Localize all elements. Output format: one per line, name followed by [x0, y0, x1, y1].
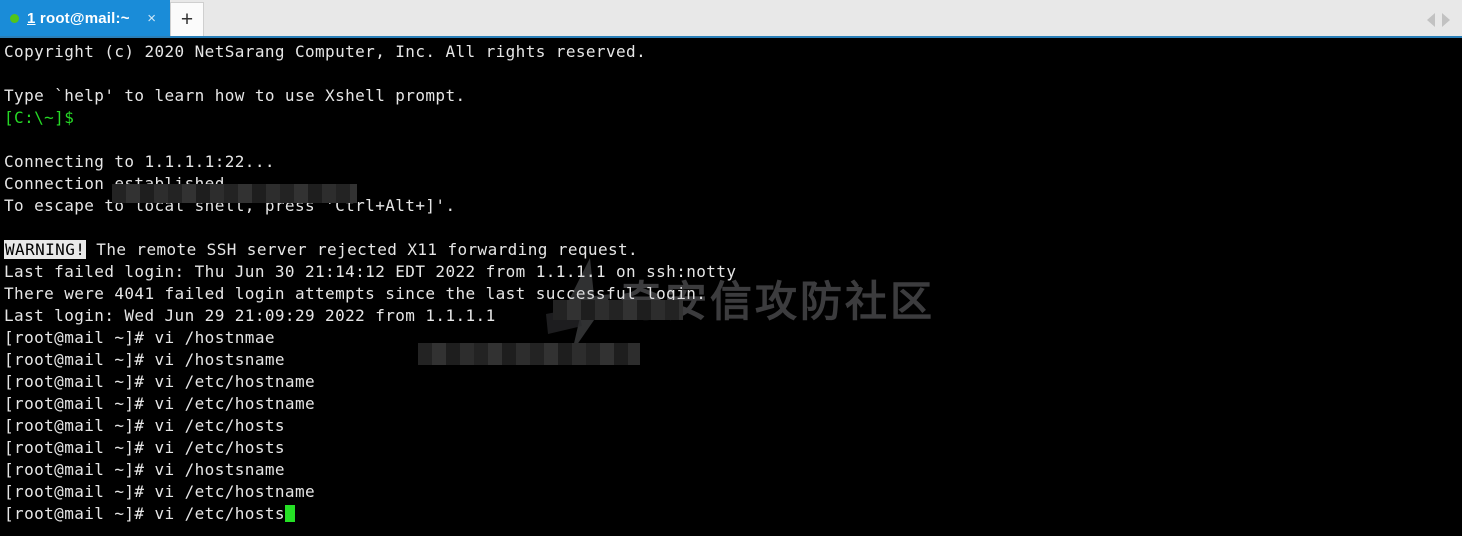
terminal-line: [root@mail ~]# vi /etc/hosts — [4, 438, 285, 457]
terminal-line: Connecting to 1.1.1.1:22... — [4, 152, 275, 171]
terminal-line: [C:\~]$ — [4, 108, 75, 127]
tab-index: 1 — [27, 9, 36, 27]
terminal-line: [root@mail ~]# vi /etc/hostname — [4, 394, 316, 413]
tab-scroll-controls — [1427, 13, 1462, 36]
warning-badge: WARNING! — [4, 240, 87, 259]
close-icon[interactable]: × — [144, 11, 160, 26]
terminal-line: [root@mail ~]# vi /hostsname — [4, 460, 285, 479]
tab-bar: 1 root@mail:~ × + — [0, 0, 1462, 38]
terminal-line: Copyright (c) 2020 NetSarang Computer, I… — [4, 42, 647, 61]
chevron-left-icon[interactable] — [1427, 13, 1435, 27]
new-tab-button[interactable]: + — [170, 2, 204, 36]
tab-root-mail[interactable]: 1 root@mail:~ × — [0, 0, 170, 36]
last-login-host-redaction — [418, 343, 640, 365]
connecting-host-redaction — [112, 184, 357, 203]
terminal-line: [root@mail ~]# vi /etc/hosts — [4, 416, 285, 435]
text-cursor — [284, 505, 295, 522]
last-failed-login-host-redaction — [553, 300, 683, 320]
terminal-output: Copyright (c) 2020 NetSarang Computer, I… — [4, 41, 736, 525]
terminal-line: [root@mail ~]# vi /etc/hosts — [4, 503, 736, 525]
green-status-dot — [10, 13, 19, 23]
tab-title-text: root@mail:~ — [35, 9, 130, 27]
tab-title: 1 root@mail:~ — [27, 10, 130, 27]
terminal-line: Last failed login: Thu Jun 30 21:14:12 E… — [4, 262, 737, 281]
terminal-line: [root@mail ~]# vi /etc/hostname — [4, 372, 316, 391]
chevron-right-icon[interactable] — [1442, 13, 1450, 27]
terminal-screen[interactable]: Copyright (c) 2020 NetSarang Computer, I… — [0, 38, 1462, 534]
terminal-line: Type `help' to learn how to use Xshell p… — [4, 86, 466, 105]
terminal-line: WARNING! The remote SSH server rejected … — [4, 240, 639, 259]
terminal-line: [root@mail ~]# vi /etc/hostname — [4, 482, 316, 501]
